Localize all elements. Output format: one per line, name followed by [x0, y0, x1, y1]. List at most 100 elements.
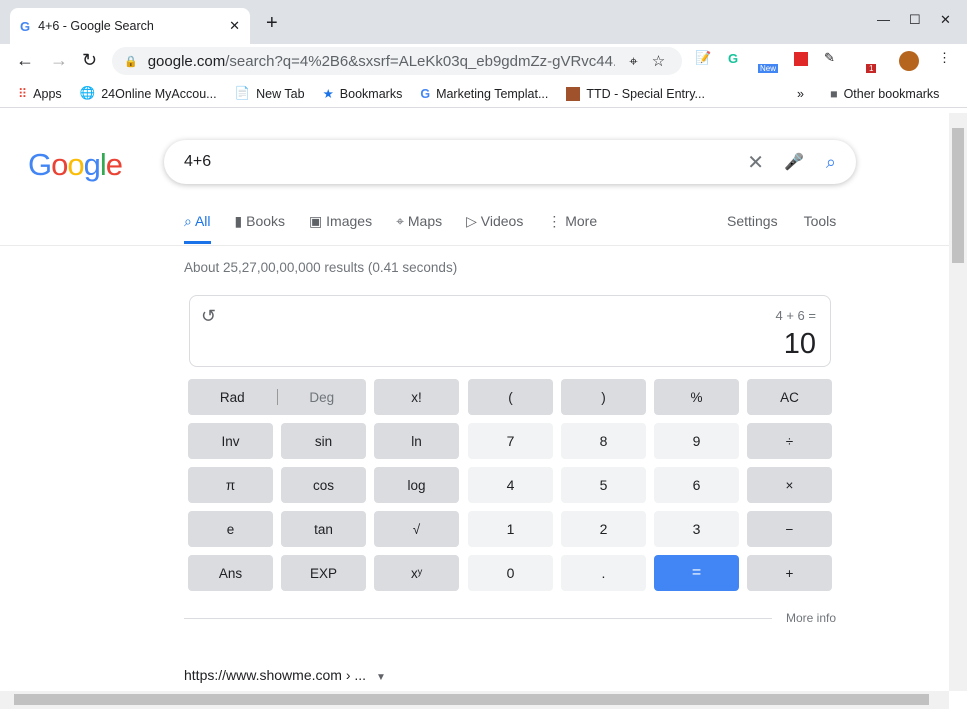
log-button[interactable]: log: [374, 467, 459, 503]
google-logo[interactable]: Google: [28, 147, 123, 183]
microphone-icon[interactable]: 🎤: [784, 152, 804, 172]
tab-more[interactable]: ⋮ More: [547, 213, 597, 244]
divide-button[interactable]: ÷: [747, 423, 832, 459]
rad-button[interactable]: Rad: [188, 390, 277, 405]
power-button[interactable]: xʸ: [374, 555, 459, 591]
rad-deg-toggle[interactable]: Rad Deg: [188, 379, 366, 415]
bookmark-other[interactable]: ■ Other bookmarks: [830, 87, 939, 101]
url-path: /search?q=4%2B6&sxsrf=ALeKk03q_eb9gdmZz-…: [225, 52, 616, 70]
equals-button[interactable]: =: [654, 555, 739, 591]
9-button[interactable]: 9: [654, 423, 739, 459]
avatar[interactable]: [899, 51, 919, 71]
close-window-icon[interactable]: ✕: [940, 12, 951, 28]
5-button[interactable]: 5: [561, 467, 646, 503]
deg-button[interactable]: Deg: [278, 390, 367, 405]
bookmark-apps[interactable]: ⠿ Apps: [18, 86, 62, 102]
tab-label: Videos: [480, 213, 524, 229]
open-paren-button[interactable]: (: [468, 379, 553, 415]
1-button[interactable]: 1: [468, 511, 553, 547]
bookmark-marketing[interactable]: G Marketing Templat...: [420, 87, 548, 101]
address-bar[interactable]: 🔒 google.com /search?q=4%2B6&sxsrf=ALeKk…: [112, 47, 682, 75]
bookmark-label: Apps: [33, 86, 62, 101]
chevron-more-icon[interactable]: »: [797, 87, 804, 101]
inv-button[interactable]: Inv: [188, 423, 273, 459]
tab-videos[interactable]: ▷ Videos: [466, 213, 523, 244]
more-info-link[interactable]: More info: [786, 611, 836, 625]
tab-images[interactable]: ▣ Images: [309, 213, 372, 244]
clear-icon[interactable]: ✕: [747, 150, 764, 175]
star-icon[interactable]: ☆: [652, 52, 665, 70]
forward-icon[interactable]: →: [50, 50, 68, 71]
lock-icon: 🔒: [124, 55, 138, 68]
cos-button[interactable]: cos: [281, 467, 366, 503]
tools-link[interactable]: Tools: [804, 213, 837, 229]
extension-notes-icon[interactable]: 📝: [695, 50, 711, 66]
vertical-scrollbar[interactable]: [949, 113, 967, 691]
tab-all[interactable]: ⌕ All: [184, 213, 211, 244]
divider: [0, 245, 949, 246]
6-button[interactable]: 6: [654, 467, 739, 503]
ans-button[interactable]: Ans: [188, 555, 273, 591]
factorial-button[interactable]: x!: [374, 379, 459, 415]
location-icon[interactable]: ⌖: [629, 53, 637, 70]
horizontal-scrollbar[interactable]: [0, 691, 949, 709]
sin-button[interactable]: sin: [281, 423, 366, 459]
percent-button[interactable]: %: [654, 379, 739, 415]
bookmark-label: New Tab: [256, 86, 305, 101]
calculator-result: 10: [783, 328, 816, 360]
maximize-icon[interactable]: ☐: [909, 12, 921, 28]
tab-maps[interactable]: ⌖ Maps: [396, 213, 442, 244]
search-input[interactable]: 4+6: [184, 153, 747, 171]
bookmark-new-tab[interactable]: 📄 New Tab: [235, 86, 305, 101]
7-button[interactable]: 7: [468, 423, 553, 459]
history-icon[interactable]: ↺: [201, 306, 216, 327]
ln-button[interactable]: ln: [374, 423, 459, 459]
tan-button[interactable]: tan: [281, 511, 366, 547]
close-paren-button[interactable]: ): [561, 379, 646, 415]
search-box[interactable]: 4+6 ✕ 🎤 ⌕: [164, 140, 856, 184]
2-button[interactable]: 2: [561, 511, 646, 547]
minimize-icon[interactable]: —: [877, 12, 890, 27]
plus-button[interactable]: +: [747, 555, 832, 591]
menu-icon[interactable]: ⋮: [938, 50, 951, 66]
globe-icon: 🌐: [79, 86, 96, 100]
multiply-button[interactable]: ×: [747, 467, 832, 503]
reload-icon[interactable]: ↻: [82, 50, 97, 71]
search-icon[interactable]: ⌕: [826, 152, 836, 173]
e-button[interactable]: e: [188, 511, 273, 547]
3-button[interactable]: 3: [654, 511, 739, 547]
sqrt-button[interactable]: √: [374, 511, 459, 547]
page-icon: 📄: [234, 86, 251, 100]
flipboard-icon[interactable]: [794, 52, 808, 66]
0-button[interactable]: 0: [468, 555, 553, 591]
8-button[interactable]: 8: [561, 423, 646, 459]
settings-link[interactable]: Settings: [727, 213, 778, 229]
eyedropper-icon[interactable]: ✎: [824, 50, 835, 66]
browser-tab[interactable]: G 4+6 - Google Search ✕: [10, 8, 250, 44]
scroll-thumb[interactable]: [952, 128, 964, 263]
close-tab-icon[interactable]: ✕: [229, 18, 240, 34]
ac-button[interactable]: AC: [747, 379, 832, 415]
tab-books[interactable]: ▮ Books: [235, 213, 286, 244]
bookmark-ttd[interactable]: TTD - Special Entry...: [566, 86, 705, 101]
result-url-text: https://www.showme.com › ...: [184, 667, 367, 683]
calculator-display: ↺ 4 + 6 = 10: [189, 295, 831, 367]
grammarly-icon[interactable]: G: [728, 51, 738, 66]
caret-down-icon[interactable]: ▼: [376, 672, 386, 683]
new-tab-icon[interactable]: +: [266, 12, 278, 35]
divider: [184, 618, 772, 619]
result-url[interactable]: https://www.showme.com › ... ▼: [184, 667, 386, 683]
decimal-button[interactable]: .: [561, 555, 646, 591]
bookmark-24online[interactable]: 🌐 24Online MyAccou...: [80, 86, 217, 101]
4-button[interactable]: 4: [468, 467, 553, 503]
exp-button[interactable]: EXP: [281, 555, 366, 591]
url-host: google.com: [147, 52, 226, 70]
extension-badge-new: New: [758, 64, 779, 73]
bookmark-label: Bookmarks: [339, 86, 403, 101]
bookmark-bookmarks[interactable]: ★ Bookmarks: [323, 86, 403, 102]
back-icon[interactable]: ←: [16, 50, 34, 71]
minus-button[interactable]: −: [747, 511, 832, 547]
search-tabs: ⌕ All ▮ Books ▣ Images ⌖ Maps ▷ Videos ⋮…: [184, 213, 597, 244]
scroll-thumb[interactable]: [14, 694, 929, 705]
pi-button[interactable]: π: [188, 467, 273, 503]
